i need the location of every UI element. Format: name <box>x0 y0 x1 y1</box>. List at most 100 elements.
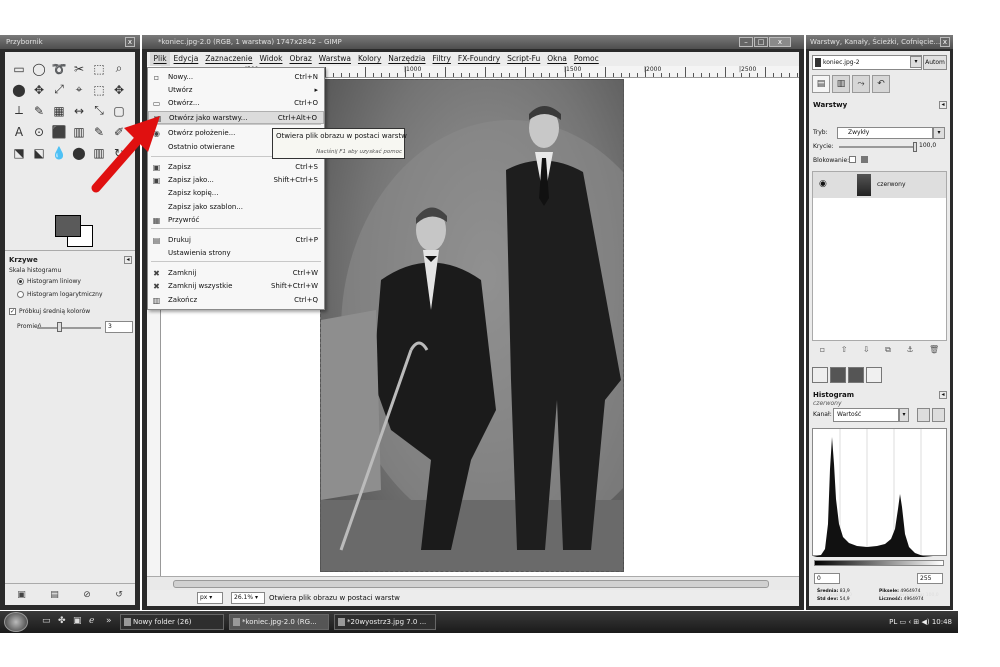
clock[interactable]: 10:48 <box>932 618 952 626</box>
file-menu-item[interactable]: Ustawienia strony <box>148 247 324 260</box>
menu-9[interactable]: FX-Foundry <box>454 52 503 66</box>
menu-2[interactable]: Zaznaczenie <box>202 52 256 66</box>
media-player-icon[interactable]: ✤ <box>58 616 66 626</box>
radio-logarithmic[interactable]: Histogram logarytmiczny <box>17 291 103 298</box>
menu-12[interactable]: Pomoc <box>570 52 602 66</box>
radius-slider-handle[interactable] <box>57 322 62 332</box>
minimize-button[interactable]: – <box>739 37 753 47</box>
radio-linear[interactable]: Histogram liniowy <box>17 278 81 285</box>
tab-channels[interactable]: ▥ <box>832 75 850 93</box>
reset-options-icon[interactable]: ↺ <box>115 590 123 600</box>
lock-alpha-checkbox[interactable] <box>861 156 868 163</box>
mode-select[interactable]: Zwykły <box>837 127 933 139</box>
file-menu-item[interactable]: ▣ Zapisz Ctrl+S <box>148 161 324 174</box>
tool-icon[interactable]: ⬤ <box>69 142 89 163</box>
new-layer-icon[interactable]: ▫ <box>820 345 825 359</box>
task-button-gimp-image[interactable]: *koniec.jpg-2.0 (RG... <box>229 614 329 630</box>
tool-icon[interactable]: A <box>9 121 29 142</box>
color-swatches[interactable] <box>55 215 95 249</box>
tool-icon[interactable]: ⬛ <box>49 121 69 142</box>
file-menu-item[interactable]: ▫ Nowy... Ctrl+N <box>148 71 324 84</box>
layer-row[interactable]: ◉ czerwony <box>813 172 946 198</box>
menu-6[interactable]: Kolory <box>354 52 384 66</box>
menu-3[interactable]: Widok <box>256 52 286 66</box>
file-menu-item[interactable]: ✖ Zamknij Ctrl+W <box>148 267 324 280</box>
unit-select[interactable]: px ▾ <box>197 592 223 604</box>
anchor-layer-icon[interactable]: ⚓ <box>906 345 913 359</box>
tool-icon[interactable]: ✥ <box>109 79 129 100</box>
opacity-value[interactable]: 100,0 <box>919 142 936 149</box>
tool-icon[interactable]: ▥ <box>69 121 89 142</box>
file-menu-item[interactable]: ▣ Zapisz jako... Shift+Ctrl+S <box>148 174 324 187</box>
tool-icon[interactable]: ◯ <box>29 58 49 79</box>
delete-layer-icon[interactable]: 🗑 <box>929 345 939 359</box>
file-menu-item[interactable]: Zapisz jako szablon... <box>148 201 324 214</box>
tab-histogram[interactable] <box>866 367 882 383</box>
start-button[interactable] <box>4 612 28 632</box>
tool-icon[interactable]: ⌕ <box>109 58 129 79</box>
show-desktop-icon[interactable]: ▭ <box>42 616 51 626</box>
file-menu-item[interactable]: ▦ Przywróć <box>148 214 324 227</box>
menu-5[interactable]: Warstwa <box>315 52 354 66</box>
file-menu-item[interactable]: Zapisz kopię... <box>148 187 324 200</box>
radio-linear-indicator[interactable] <box>17 278 24 285</box>
histogram-graph[interactable] <box>812 428 948 557</box>
range-high-input[interactable]: 255 <box>917 573 943 584</box>
tool-icon[interactable]: ↔ <box>69 100 89 121</box>
tab-paths[interactable]: ⤳ <box>852 75 870 93</box>
close-window-button[interactable]: x <box>769 37 791 47</box>
tool-icon[interactable]: ▦ <box>49 100 69 121</box>
tool-icon[interactable]: ➰ <box>49 58 69 79</box>
file-menu-item[interactable]: ▤ Drukuj Ctrl+P <box>148 234 324 247</box>
radius-input[interactable]: 3 <box>105 321 133 333</box>
channel-dropdown-icon[interactable]: ▾ <box>899 408 909 422</box>
tool-icon[interactable]: ⟂ <box>9 100 29 121</box>
tool-icon[interactable]: ✂ <box>69 58 89 79</box>
tool-icon[interactable]: 💧 <box>49 142 69 163</box>
lock-pixels-checkbox[interactable] <box>849 156 856 163</box>
task-button-folder[interactable]: Nowy folder (26) <box>120 614 224 630</box>
tool-icon[interactable]: ⊙ <box>29 121 49 142</box>
tool-icon[interactable]: ⬚ <box>89 58 109 79</box>
linear-scale-button[interactable] <box>917 408 930 422</box>
tool-icon[interactable]: ⬕ <box>29 142 49 163</box>
image-selector-dropdown-icon[interactable]: ▾ <box>910 56 922 68</box>
checkbox-indicator[interactable]: ✓ <box>9 308 16 315</box>
horizontal-scrollbar[interactable] <box>147 576 799 590</box>
log-scale-button[interactable] <box>932 408 945 422</box>
duplicate-layer-icon[interactable]: ⧉ <box>885 345 891 359</box>
tab-patterns[interactable] <box>830 367 846 383</box>
sample-average-checkbox[interactable]: ✓ Próbkuj średnią kolorów <box>9 308 90 315</box>
layers-menu-button[interactable]: ◂ <box>939 101 947 109</box>
browser-icon[interactable]: ℯ <box>89 616 94 626</box>
menu-11[interactable]: Okna <box>544 52 571 66</box>
foreground-color-swatch[interactable] <box>55 215 81 237</box>
opacity-slider-handle[interactable] <box>913 142 917 152</box>
restore-options-icon[interactable]: ▤ <box>50 590 59 600</box>
image-selector[interactable]: koniec.jpg-2 <box>812 55 922 70</box>
menu-8[interactable]: Filtry <box>429 52 454 66</box>
file-menu-item[interactable]: ▥ Zakończ Ctrl+Q <box>148 294 324 307</box>
volume-icon[interactable]: ◀) <box>921 618 931 626</box>
radio-log-indicator[interactable] <box>17 291 24 298</box>
task-button-second-image[interactable]: *20wyostrz3.jpg 7.0 ... <box>334 614 436 630</box>
auto-button[interactable]: Autom <box>923 55 947 70</box>
raise-layer-icon[interactable]: ⇧ <box>841 345 848 359</box>
file-menu-item[interactable]: ✖ Zamknij wszystkie Shift+Ctrl+W <box>148 280 324 293</box>
range-low-input[interactable]: 0 <box>814 573 840 584</box>
tool-icon[interactable]: ⌖ <box>69 79 89 100</box>
lower-layer-icon[interactable]: ⇩ <box>863 345 870 359</box>
tool-icon[interactable]: ⬚ <box>89 79 109 100</box>
tool-icon[interactable]: ✎ <box>29 100 49 121</box>
tab-gradients[interactable] <box>848 367 864 383</box>
menu-10[interactable]: Script-Fu <box>504 52 544 66</box>
radius-slider-track[interactable] <box>37 327 101 329</box>
menu-4[interactable]: Obraz <box>286 52 315 66</box>
layer-name[interactable]: czerwony <box>877 181 906 188</box>
menu-0[interactable]: Plik <box>150 52 171 66</box>
tool-options-menu-button[interactable]: ◂ <box>124 256 132 264</box>
histogram-menu-button[interactable]: ◂ <box>939 391 947 399</box>
more-quicklaunch-icon[interactable]: » <box>106 616 112 626</box>
tab-brushes[interactable] <box>812 367 828 383</box>
toolbox-close-button[interactable]: x <box>125 37 135 47</box>
